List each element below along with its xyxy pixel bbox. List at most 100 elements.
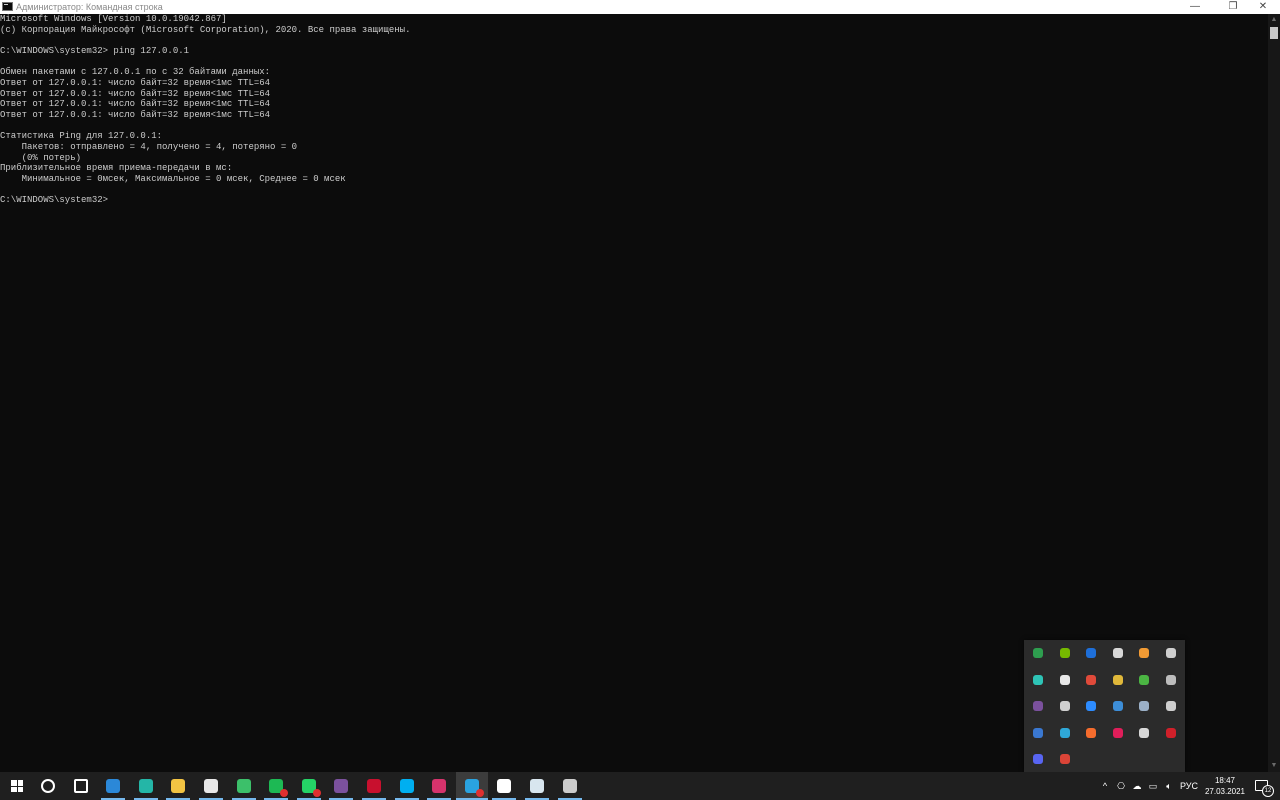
maximize-button[interactable]: ❐ <box>1216 0 1250 14</box>
taskbar-item[interactable] <box>521 772 553 800</box>
discord-icon[interactable] <box>1033 754 1043 764</box>
viber-taskbar-icon <box>334 779 349 793</box>
taskbar-item[interactable] <box>554 772 586 800</box>
console-line: Ответ от 127.0.0.1: число байт=32 время<… <box>0 99 271 110</box>
taskbar-item[interactable] <box>293 772 325 800</box>
taskbar: ^ ⎔ ☁ ▭ 🔈︎ РУС 18:47 27.03.2021 12 <box>0 772 1280 800</box>
nvidia-icon[interactable] <box>1059 648 1070 658</box>
defender-icon[interactable] <box>1033 727 1043 738</box>
clock-icon[interactable] <box>1059 701 1070 711</box>
window-titlebar[interactable]: Администратор: Командная строка — ❐ ✕ <box>0 0 1280 14</box>
console-line: Пакетов: отправлено = 4, получено = 4, п… <box>0 141 298 152</box>
chrome-alt-icon[interactable] <box>1059 754 1070 764</box>
console-line: Приблизительное время приема-передачи в … <box>0 163 233 174</box>
console-line: Обмен пакетами с 127.0.0.1 по с 32 байта… <box>0 67 271 78</box>
console-line: (0% потерь) <box>0 152 82 163</box>
language-indicator[interactable]: РУС <box>1178 772 1200 800</box>
start-button[interactable] <box>0 772 32 800</box>
console-line: Статистика Ping для 127.0.0.1: <box>0 131 163 142</box>
scroll-thumb[interactable] <box>1270 27 1278 39</box>
network-drive-icon[interactable] <box>1165 674 1176 685</box>
taskbar-item[interactable] <box>391 772 423 800</box>
viber-icon[interactable] <box>1033 701 1043 711</box>
vegas-icon <box>497 779 512 793</box>
steam-icon[interactable] <box>1112 701 1123 711</box>
gyroscope-icon[interactable] <box>1033 674 1043 685</box>
shield-icon[interactable] <box>1033 648 1043 658</box>
cmd-app-icon <box>2 2 13 11</box>
mail-icon <box>106 779 121 793</box>
action-center-button[interactable]: 12 <box>1248 772 1276 800</box>
unread-badge <box>312 789 321 797</box>
scroll-up-button[interactable]: ▲ <box>1268 14 1280 26</box>
unread-badge <box>475 789 484 797</box>
adobe-icon[interactable] <box>1165 727 1176 738</box>
network-icon[interactable]: ▭ <box>1146 772 1160 800</box>
red-app-icon <box>367 779 381 793</box>
taskbar-item[interactable] <box>228 772 260 800</box>
taskbar-item[interactable] <box>455 772 488 800</box>
volume-icon[interactable]: 🔈︎ <box>1162 772 1176 800</box>
zoom-icon[interactable] <box>1086 701 1096 711</box>
console-line: Ответ от 127.0.0.1: число байт=32 время<… <box>0 109 271 120</box>
console-line: C:\WINDOWS\system32> ping 127.0.0.1 <box>0 45 190 56</box>
chrome-icon[interactable] <box>1112 674 1123 685</box>
taskbar-item[interactable] <box>325 772 357 800</box>
taskbar-item[interactable] <box>423 772 455 800</box>
music-app-icon <box>432 779 447 793</box>
onedrive-icon[interactable]: ☁ <box>1130 772 1144 800</box>
clock[interactable]: 18:47 27.03.2021 <box>1200 775 1250 797</box>
console-output: Microsoft Windows [Version 10.0.19042.86… <box>0 14 1268 206</box>
sublime-icon[interactable] <box>1139 648 1149 658</box>
console-line: Ответ от 127.0.0.1: число байт=32 время<… <box>0 77 271 88</box>
origin-icon[interactable] <box>1086 727 1096 738</box>
magnifier-app-icon <box>236 779 251 793</box>
taskbar-item[interactable] <box>32 772 64 800</box>
vertical-scrollbar[interactable]: ▲ ▼ <box>1268 14 1280 772</box>
console-line: C:\WINDOWS\system32> <box>0 195 109 206</box>
console-line: (с) Корпорация Майкрософт (Microsoft Cor… <box>0 24 411 35</box>
command-prompt-icon <box>562 779 577 793</box>
task-view-icon <box>73 779 88 793</box>
clock-time: 18:47 <box>1214 776 1236 785</box>
check-icon[interactable] <box>1139 674 1149 685</box>
bug-icon[interactable] <box>1086 674 1096 685</box>
camera-icon[interactable] <box>1139 701 1149 711</box>
unread-badge <box>280 789 289 797</box>
skype-icon <box>399 779 414 793</box>
taskbar-item[interactable] <box>358 772 390 800</box>
scroll-down-button[interactable]: ▼ <box>1268 760 1280 772</box>
windows-logo-icon <box>11 780 23 792</box>
search-icon <box>41 779 55 793</box>
security-shield-icon[interactable] <box>1112 648 1123 658</box>
minimize-button[interactable]: — <box>1178 0 1212 14</box>
file-explorer-icon <box>171 779 186 793</box>
feather-icon[interactable] <box>1165 648 1176 658</box>
show-hidden-icons-button[interactable]: ^ <box>1098 772 1112 800</box>
clock-date: 27.03.2021 <box>1204 787 1246 796</box>
hidden-icons-popup <box>1024 640 1185 772</box>
quicktime-icon[interactable] <box>1059 727 1070 738</box>
console-line: Microsoft Windows [Version 10.0.19042.86… <box>0 14 227 24</box>
taskbar-item[interactable] <box>260 772 292 800</box>
monitor-icon[interactable] <box>1165 701 1176 711</box>
close-button[interactable]: ✕ <box>1246 0 1280 14</box>
taskbar-item[interactable] <box>195 772 227 800</box>
console-line: Минимальное = 0мсек, Максимальное = 0 мс… <box>0 173 346 184</box>
mouse-icon[interactable] <box>1139 727 1149 738</box>
taskbar-item[interactable] <box>97 772 129 800</box>
notepad-icon <box>530 779 544 793</box>
notification-count: 12 <box>1262 785 1274 797</box>
console-line: Ответ от 127.0.0.1: число байт=32 время<… <box>0 88 271 99</box>
edge-icon <box>138 779 153 793</box>
tray-app-icon[interactable]: ⎔ <box>1114 772 1128 800</box>
bluetooth-icon[interactable] <box>1086 648 1096 658</box>
taskbar-item[interactable] <box>162 772 194 800</box>
taskbar-item[interactable] <box>488 772 520 800</box>
store-icon <box>204 779 218 793</box>
slack-icon[interactable] <box>1112 727 1123 738</box>
crossed-circle-icon[interactable] <box>1059 674 1070 685</box>
taskbar-item[interactable] <box>65 772 97 800</box>
taskbar-item[interactable] <box>130 772 162 800</box>
window-title: Администратор: Командная строка <box>16 2 163 12</box>
